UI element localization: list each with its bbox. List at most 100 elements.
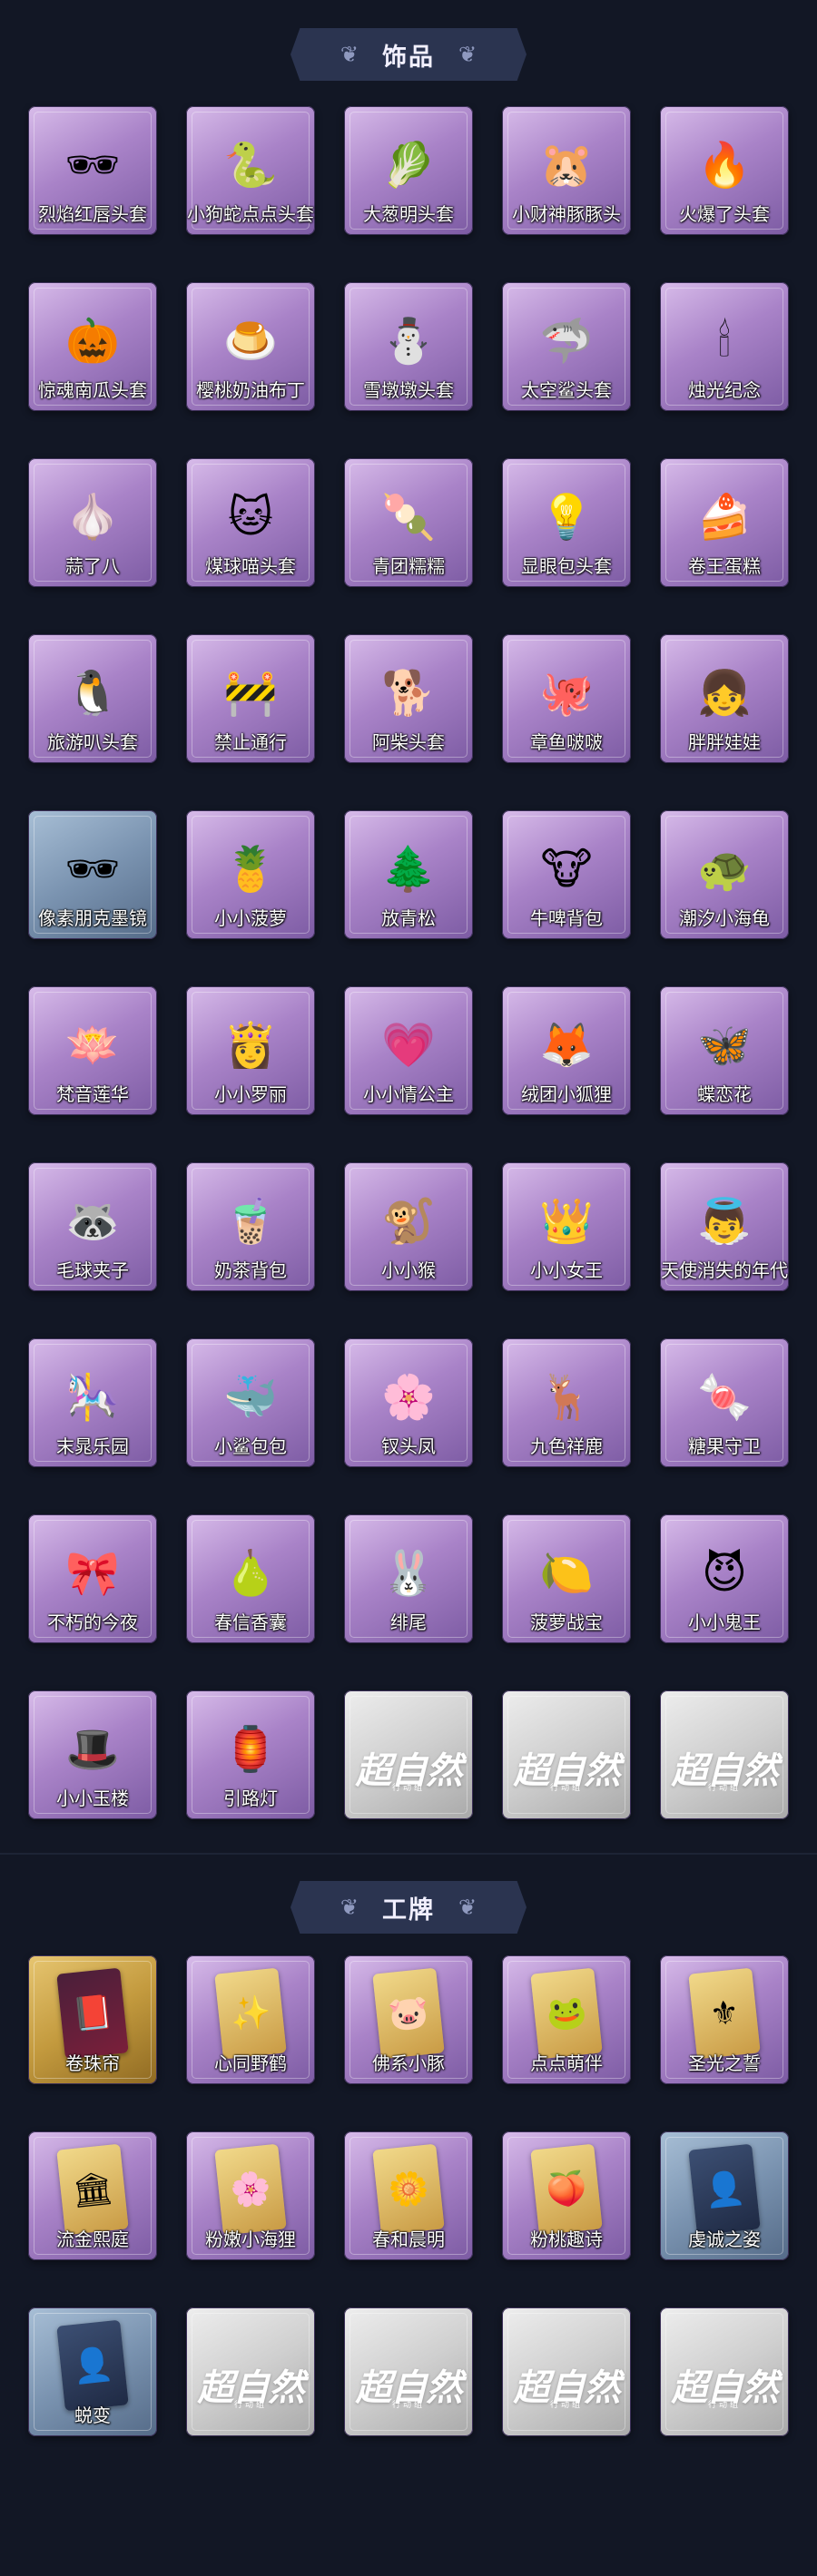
item-card[interactable]: 🐱 煤球喵头套 — [186, 458, 315, 587]
item-icon: 🏮 — [223, 1724, 278, 1776]
item-card[interactable]: 🐒 小小猴 — [344, 1162, 473, 1291]
item-card[interactable]: 🌸 钗头凤 — [344, 1338, 473, 1467]
item-card[interactable]: 🐹 小财神豚豚头 — [502, 106, 631, 235]
section-title: 工牌 — [382, 1895, 435, 1925]
item-label: 牛啤背包 — [530, 907, 603, 929]
item-icon: 📕 — [56, 1967, 129, 2060]
item-card[interactable]: 🐍 小狗蛇点点头套 — [186, 106, 315, 235]
item-label: 心同野鹤 — [214, 2052, 287, 2074]
item-icon: 🧋 — [223, 1196, 278, 1248]
item-card[interactable]: 🍍 小小菠萝 — [186, 810, 315, 939]
item-card[interactable]: 👼 天使消失的年代 — [660, 1162, 789, 1291]
item-card[interactable]: 🎩 小小玉楼 — [28, 1690, 157, 1819]
item-card[interactable]: 🦝 毛球夹子 — [28, 1162, 157, 1291]
item-label: 烛光纪念 — [688, 379, 761, 401]
item-card[interactable]: 🪷 梵音莲华 — [28, 986, 157, 1115]
item-card[interactable]: 🦈 太空鲨头套 — [502, 282, 631, 411]
item-icon: 👤 — [56, 2319, 129, 2412]
item-icon: 🐒 — [381, 1196, 436, 1248]
item-card[interactable]: 🔥 火爆了头套 — [660, 106, 789, 235]
item-card[interactable]: 🍋 菠萝战宝 — [502, 1514, 631, 1643]
item-card[interactable]: 🍬 糖果守卫 — [660, 1338, 789, 1467]
item-icon: 🐹 — [539, 140, 594, 191]
item-card[interactable]: 🏛 流金熙庭 — [28, 2131, 157, 2260]
item-label: 引路灯 — [223, 1788, 278, 1809]
item-card[interactable]: 😈 小小鬼王 — [660, 1514, 789, 1643]
item-card[interactable]: 🐢 潮汐小海龟 — [660, 810, 789, 939]
item-card[interactable]: 🦌 九色祥鹿 — [502, 1338, 631, 1467]
placeholder-subtext: 行动组 — [549, 1784, 583, 1793]
item-card[interactable]: 🧄 蒜了八 — [28, 458, 157, 587]
item-card[interactable]: 🍡 青团糯糯 — [344, 458, 473, 587]
empty-slot-card[interactable]: 超自然 行动组 — [660, 2307, 789, 2436]
item-icon: 🐰 — [381, 1548, 436, 1600]
item-label: 卷珠帘 — [65, 2052, 120, 2074]
item-card[interactable]: ⛄ 雪墩墩头套 — [344, 282, 473, 411]
item-card[interactable]: 🐸 点点萌伴 — [502, 1955, 631, 2084]
item-label: 毛球夹子 — [56, 1259, 129, 1281]
item-card[interactable]: 📕 卷珠帘 — [28, 1955, 157, 2084]
empty-slot-card[interactable]: 超自然 行动组 — [502, 1690, 631, 1819]
item-card[interactable]: 👸 小小罗丽 — [186, 986, 315, 1115]
item-card[interactable]: 🌸 粉嫩小海狸 — [186, 2131, 315, 2260]
empty-slot-card[interactable]: 超自然 行动组 — [186, 2307, 315, 2436]
item-card[interactable]: 🦋 蝶恋花 — [660, 986, 789, 1115]
item-icon: 🍋 — [539, 1548, 594, 1600]
item-label: 火爆了头套 — [679, 203, 770, 225]
item-card[interactable]: 👑 小小女王 — [502, 1162, 631, 1291]
item-label: 小小情公主 — [363, 1083, 454, 1105]
item-card[interactable]: 🚧 禁止通行 — [186, 634, 315, 763]
empty-slot-card[interactable]: 超自然 行动组 — [660, 1690, 789, 1819]
item-icon: 🍬 — [697, 1372, 752, 1424]
item-card[interactable]: 🎃 惊魂南瓜头套 — [28, 282, 157, 411]
item-card[interactable]: 🐙 章鱼啵啵 — [502, 634, 631, 763]
item-card[interactable]: 🏮 引路灯 — [186, 1690, 315, 1819]
item-card[interactable]: 👤 虔诚之姿 — [660, 2131, 789, 2260]
item-card[interactable]: 🍐 春信香囊 — [186, 1514, 315, 1643]
item-card[interactable]: 🐷 佛系小豚 — [344, 1955, 473, 2084]
item-icon: 🐮 — [540, 844, 593, 896]
item-card[interactable]: 🍮 樱桃奶油布丁 — [186, 282, 315, 411]
item-card[interactable]: 🐳 小鲨包包 — [186, 1338, 315, 1467]
item-card[interactable]: 🕶 像素朋克墨镜 — [28, 810, 157, 939]
item-card[interactable]: 🐮 牛啤背包 — [502, 810, 631, 939]
item-card[interactable]: 🍰 卷王蛋糕 — [660, 458, 789, 587]
item-icon: 🕶 — [64, 140, 121, 191]
placeholder-subtext: 行动组 — [391, 1784, 425, 1793]
placeholder-subtext: 行动组 — [549, 2401, 583, 2410]
item-card[interactable]: 🎠 末晁乐园 — [28, 1338, 157, 1467]
item-card[interactable]: 🐰 绯尾 — [344, 1514, 473, 1643]
item-card[interactable]: 🕶 烈焰红唇头套 — [28, 106, 157, 235]
item-label: 小鲨包包 — [214, 1435, 287, 1457]
item-card[interactable]: 🎀 不朽的今夜 — [28, 1514, 157, 1643]
item-card[interactable]: 🧋 奶茶背包 — [186, 1162, 315, 1291]
item-label: 钗头凤 — [381, 1435, 436, 1457]
item-card[interactable]: ⚜ 圣光之誓 — [660, 1955, 789, 2084]
item-icon: 🐙 — [539, 668, 594, 720]
ornament-left-icon: ❦ — [340, 1895, 359, 1920]
item-icon: 💡 — [539, 492, 594, 544]
item-card[interactable]: 💗 小小情公主 — [344, 986, 473, 1115]
item-card[interactable]: 💡 显眼包头套 — [502, 458, 631, 587]
item-label: 旅游叭头套 — [47, 731, 138, 753]
item-card[interactable]: 🦊 绒团小狐狸 — [502, 986, 631, 1115]
item-card[interactable]: 🍑 粉桃趣诗 — [502, 2131, 631, 2260]
item-card[interactable]: 👤 蜕变 — [28, 2307, 157, 2436]
item-card[interactable]: 👧 胖胖娃娃 — [660, 634, 789, 763]
item-label: 梵音莲华 — [56, 1083, 129, 1105]
item-card[interactable]: 🐧 旅游叭头套 — [28, 634, 157, 763]
item-label: 虔诚之姿 — [688, 2228, 761, 2250]
empty-slot-card[interactable]: 超自然 行动组 — [502, 2307, 631, 2436]
item-card[interactable]: 🌼 春和晨明 — [344, 2131, 473, 2260]
item-card[interactable]: 🥬 大葱明头套 — [344, 106, 473, 235]
item-icon: 🐱 — [227, 492, 274, 544]
item-card[interactable]: 🕯 烛光纪念 — [660, 282, 789, 411]
item-icon: 🌸 — [381, 1372, 436, 1424]
item-grid-accessories: 🕶 烈焰红唇头套 🐍 小狗蛇点点头套 🥬 大葱明头套 🐹 小财神豚豚头 🔥 火爆了头套 🎃 惊魂南瓜头… — [28, 106, 789, 1819]
item-label: 小小猴 — [381, 1259, 436, 1281]
item-card[interactable]: 🐕 阿柴头套 — [344, 634, 473, 763]
item-card[interactable]: ✨ 心同野鹤 — [186, 1955, 315, 2084]
empty-slot-card[interactable]: 超自然 行动组 — [344, 2307, 473, 2436]
item-card[interactable]: 🌲 放青松 — [344, 810, 473, 939]
empty-slot-card[interactable]: 超自然 行动组 — [344, 1690, 473, 1819]
